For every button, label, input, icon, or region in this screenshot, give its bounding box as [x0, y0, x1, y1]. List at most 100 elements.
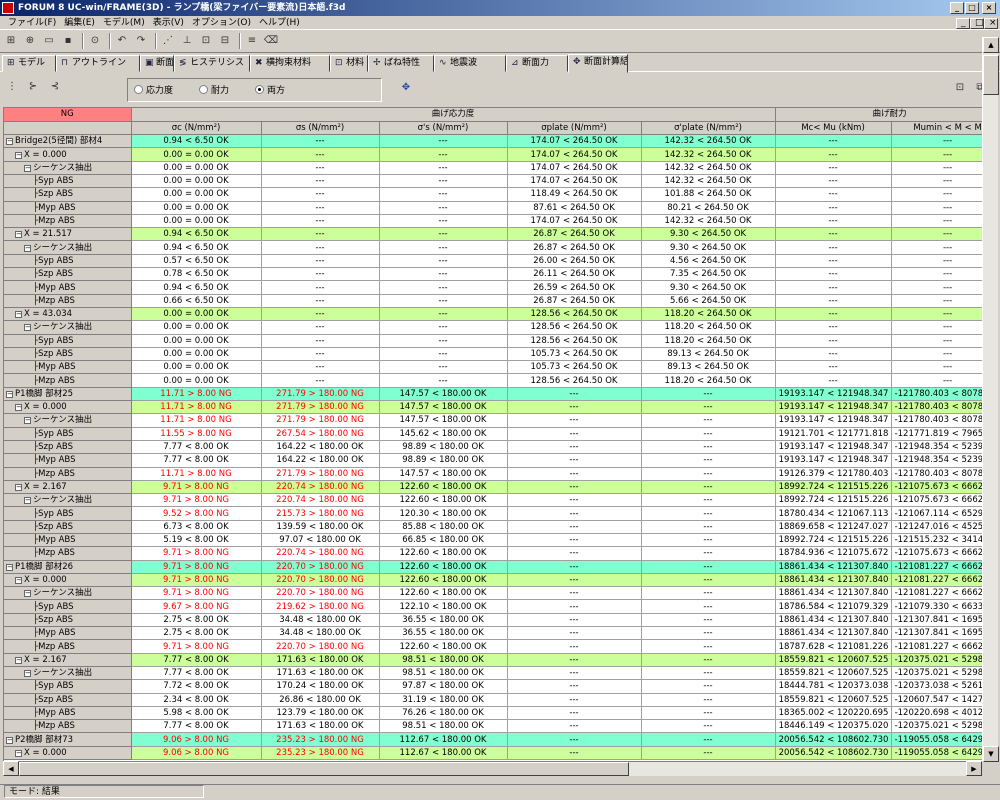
open-folder-icon[interactable]: ▭	[41, 33, 57, 49]
row-label[interactable]: − P1橋脚 部材26	[4, 560, 132, 574]
new-icon[interactable]: ⊞	[3, 33, 19, 49]
table-row[interactable]: − X = 0.000 11.71 > 8.00 NG 271.79 > 180.00…	[4, 400, 994, 415]
radio-1[interactable]: 耐力	[199, 83, 229, 96]
table-row[interactable]: ├ Syp ABS 9.67 > 8.00 NG 219.62 > 180.00 N…	[4, 599, 994, 614]
table-row[interactable]: ├ Mzp ABS 7.77 < 8.00 OK 171.63 < 180.00 O…	[4, 719, 994, 734]
row-label[interactable]: − シーケンス抽出	[4, 161, 132, 175]
tree-toggle-icon[interactable]: −	[24, 244, 31, 252]
tree-toggle-icon[interactable]: −	[15, 311, 22, 319]
table-row[interactable]: − P2橋脚 部材73 9.06 > 8.00 NG 235.23 > 180.00 …	[4, 732, 994, 747]
radio-dot[interactable]	[199, 85, 209, 94]
radio-2[interactable]: 両方	[255, 83, 285, 96]
row-label[interactable]: ├ Szp ABS	[4, 693, 132, 707]
row-label[interactable]: − シーケンス抽出	[4, 240, 132, 255]
table-row[interactable]: − シーケンス抽出 9.71 > 8.00 NG 220.70 > 180.00 NG…	[4, 586, 994, 601]
tree-toggle-icon[interactable]: −	[24, 590, 31, 598]
export-icon[interactable]: ⊡	[198, 33, 214, 49]
table-row[interactable]: ├ Myp ABS 7.77 < 8.00 OK 164.22 < 180.00 O…	[4, 453, 994, 468]
graph-icon[interactable]: ⊥	[179, 33, 195, 49]
table-row[interactable]: ├ Mzp ABS 11.71 > 8.00 NG 271.79 > 180.00 …	[4, 467, 994, 481]
table-row[interactable]: − X = 43.034 0.00 = 0.00 OK --- --- 128.56 < …	[4, 307, 994, 322]
table-row[interactable]: ├ Myp ABS 2.75 < 8.00 OK 34.48 < 180.00 OK…	[4, 626, 994, 641]
tree-toggle-icon[interactable]: −	[15, 151, 22, 159]
move-icon[interactable]: ✥	[398, 80, 414, 96]
row-label[interactable]: ├ Szp ABS	[4, 347, 132, 362]
radio-dot[interactable]	[255, 85, 265, 94]
undo-icon[interactable]: ↶	[114, 33, 130, 49]
row-label[interactable]: ├ Mzp ABS	[4, 467, 132, 481]
tree-toggle-icon[interactable]: −	[15, 231, 22, 239]
row-label[interactable]: − X = 21.517	[4, 227, 132, 242]
row-label[interactable]: − X = 2.167	[4, 480, 132, 495]
row-label[interactable]: ├ Szp ABS	[4, 187, 132, 202]
row-label[interactable]: ├ Myp ABS	[4, 453, 132, 468]
table-row[interactable]: − X = 0.000 9.71 > 8.00 NG 220.70 > 180.00 …	[4, 573, 994, 588]
row-label[interactable]: ├ Szp ABS	[4, 613, 132, 628]
table-row[interactable]: ├ Myp ABS 5.19 < 8.00 OK 97.07 < 180.00 OK…	[4, 533, 994, 548]
radio-dot[interactable]	[134, 85, 143, 94]
calc-icon[interactable]: ⊟	[217, 33, 233, 49]
tree-toggle-icon[interactable]: −	[24, 670, 31, 678]
table-row[interactable]: − シーケンス抽出 0.94 < 6.50 OK --- --- 26.87 < 264.…	[4, 240, 994, 255]
tree-toggle-icon[interactable]: −	[15, 404, 22, 412]
table-row[interactable]: − P1橋脚 部材26 9.71 > 8.00 NG 220.70 > 180.00 …	[4, 560, 994, 574]
menu-item-1[interactable]: 編集(E)	[60, 16, 99, 30]
row-label[interactable]: − X = 43.034	[4, 307, 132, 322]
row-label[interactable]: ├ Myp ABS	[4, 706, 132, 721]
row-label[interactable]: ├ Myp ABS	[4, 533, 132, 548]
row-label[interactable]: − X = 0.000	[4, 147, 132, 162]
row-label[interactable]: − シーケンス抽出	[4, 493, 132, 508]
close-button[interactable]: ×	[982, 2, 996, 14]
column-header-4[interactable]: σ'plate (N/mm²)	[641, 121, 776, 136]
row-label[interactable]: ├ Myp ABS	[4, 280, 132, 295]
column-header-6[interactable]: Mumin < M < M	[891, 121, 994, 136]
tree-toggle-icon[interactable]: −	[6, 736, 13, 744]
table-row[interactable]: ├ Mzp ABS 0.66 < 6.50 OK --- --- 26.87 < 264…	[4, 294, 994, 308]
table-row[interactable]: − シーケンス抽出 9.71 > 8.00 NG 220.74 > 180.00 NG…	[4, 493, 994, 508]
tab-9[interactable]: ✥断面計算結果	[568, 54, 628, 73]
tab-1[interactable]: ⊓ アウトライン	[56, 55, 140, 72]
table-row[interactable]: ├ Syp ABS 11.55 > 8.00 NG 267.54 > 180.00 …	[4, 427, 994, 441]
row-label[interactable]: ├ Syp ABS	[4, 334, 132, 348]
table-row[interactable]: − シーケンス抽出 11.71 > 8.00 NG 271.79 > 180.00 N…	[4, 413, 994, 428]
menu-item-3[interactable]: 表示(V)	[149, 16, 188, 30]
table-row[interactable]: − X = 0.000 9.06 > 8.00 NG 235.23 > 180.00 …	[4, 746, 994, 761]
row-label[interactable]: ├ Mzp ABS	[4, 546, 132, 561]
column-header-0[interactable]: σc (N/mm²)	[131, 121, 262, 136]
row-label[interactable]: − シーケンス抽出	[4, 320, 132, 335]
vertical-scrollbar[interactable]: ▲ ▼	[982, 37, 999, 762]
tree-expand-all-icon[interactable]: ⊰	[47, 79, 63, 95]
row-label[interactable]: ├ Mzp ABS	[4, 719, 132, 734]
row-label[interactable]: ├ Myp ABS	[4, 360, 132, 375]
row-label[interactable]: ├ Myp ABS	[4, 626, 132, 641]
row-label[interactable]: − シーケンス抽出	[4, 413, 132, 428]
row-label[interactable]: ├ Mzp ABS	[4, 214, 132, 229]
clear-icon[interactable]: ⌫	[263, 33, 279, 49]
table-row[interactable]: − P1橋脚 部材25 11.71 > 8.00 NG 271.79 > 180.00…	[4, 387, 994, 402]
tree-toggle-icon[interactable]: −	[24, 417, 31, 425]
row-label[interactable]: − Bridge2(5径間) 部材4	[4, 134, 132, 149]
radio-0[interactable]: 応力度	[134, 83, 173, 96]
tree-toggle-icon[interactable]: −	[15, 483, 22, 491]
row-label[interactable]: ├ Syp ABS	[4, 506, 132, 521]
tab-3[interactable]: ≶ ヒステリシス	[174, 55, 250, 72]
tab-6[interactable]: ✢ ばね特性	[368, 55, 434, 72]
table-row[interactable]: ├ Syp ABS 7.72 < 8.00 OK 170.24 < 180.00 O…	[4, 679, 994, 694]
row-label[interactable]: − X = 2.167	[4, 653, 132, 667]
table-row[interactable]: ├ Szp ABS 0.78 < 6.50 OK --- --- 26.11 < 264…	[4, 267, 994, 282]
tree-expand-icon[interactable]: ⊱	[25, 79, 41, 95]
menu-item-2[interactable]: モデル(M)	[99, 16, 149, 30]
chart-icon[interactable]: ⋰	[160, 33, 176, 49]
table-row[interactable]: ├ Syp ABS 0.00 = 0.00 OK --- --- 128.56 < 26…	[4, 334, 994, 348]
vertical-scroll-thumb[interactable]	[983, 55, 999, 95]
row-label[interactable]: − X = 0.000	[4, 573, 132, 588]
table-row[interactable]: ├ Syp ABS 0.00 = 0.00 OK --- --- 174.07 < 26…	[4, 174, 994, 189]
tab-5[interactable]: ⊡ 材料	[330, 55, 368, 72]
table-row[interactable]: − X = 21.517 0.94 < 6.50 OK --- --- 26.87 < 2…	[4, 227, 994, 242]
row-label[interactable]: − X = 0.000	[4, 400, 132, 415]
tree-toggle-icon[interactable]: −	[15, 577, 22, 585]
table-row[interactable]: − シーケンス抽出 0.00 = 0.00 OK --- --- 128.56 < 264…	[4, 320, 994, 335]
table-row[interactable]: ├ Szp ABS 7.77 < 8.00 OK 164.22 < 180.00 O…	[4, 440, 994, 455]
table-row[interactable]: ├ Szp ABS 0.00 = 0.00 OK --- --- 105.73 < 26…	[4, 347, 994, 362]
minimize-button[interactable]: _	[950, 2, 964, 14]
